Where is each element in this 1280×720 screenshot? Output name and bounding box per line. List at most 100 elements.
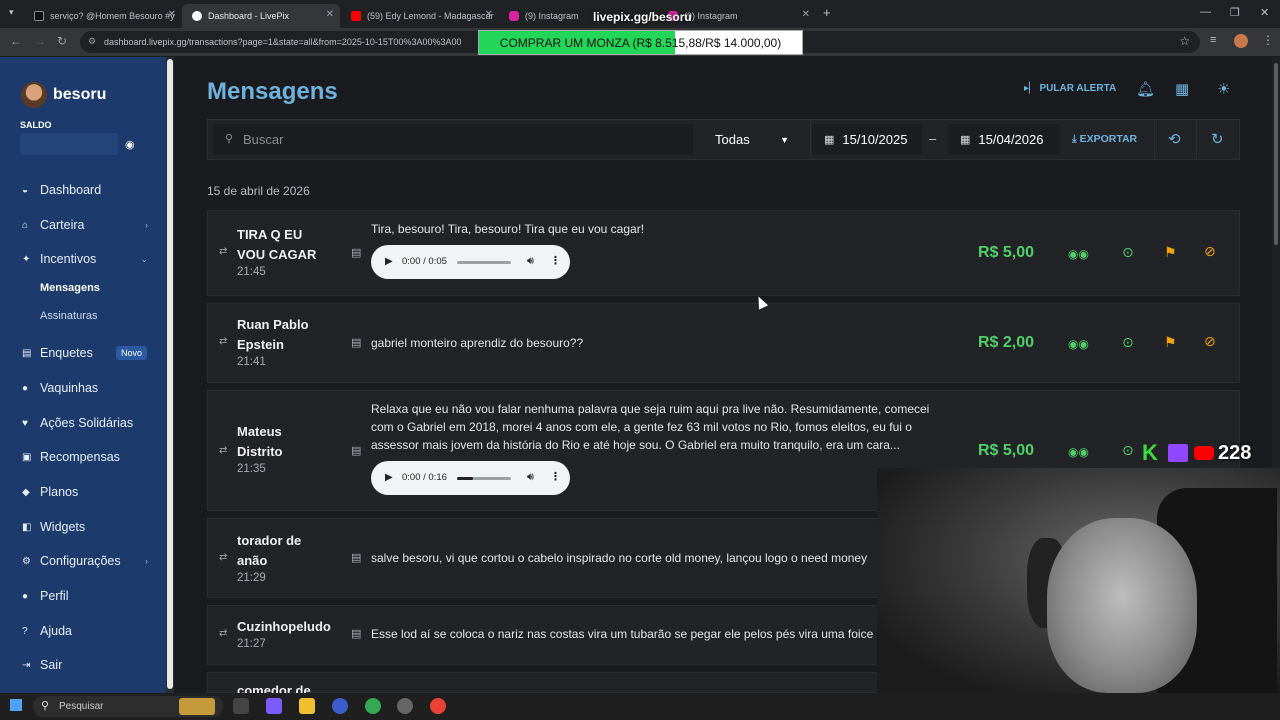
- sidebar-item-perfil[interactable]: ● Perfil: [22, 586, 152, 606]
- more-options-icon[interactable]: ⋮: [550, 254, 561, 267]
- sidebar-item-vaquinhas[interactable]: ● Vaquinhas: [22, 378, 152, 398]
- taskbar-search[interactable]: ⚲ Pesquisar: [33, 696, 223, 717]
- audio-seek-bar[interactable]: [457, 261, 511, 264]
- replay-icon[interactable]: ⊙: [1122, 442, 1134, 459]
- browser-tab-active[interactable]: Dashboard - LivePix ✕: [182, 4, 340, 28]
- scroll-thumb[interactable]: [167, 59, 173, 689]
- sidebar-scrollbar[interactable]: [166, 57, 174, 693]
- forward-icon[interactable]: →: [34, 34, 46, 48]
- chrome-icon[interactable]: [365, 698, 381, 714]
- poll-icon: ▤: [22, 347, 32, 359]
- status-select[interactable]: Todas ▼: [703, 124, 803, 155]
- sidebar-item-carteira[interactable]: ⌂ Carteira ›: [22, 215, 152, 235]
- scroll-thumb[interactable]: [1274, 63, 1278, 245]
- sidebar-item-ajuda[interactable]: ? Ajuda: [22, 621, 152, 641]
- site-info-icon[interactable]: ⚙: [88, 36, 96, 47]
- browser-tab[interactable]: (59) Edy Lemond - Madagascar ✕: [341, 4, 499, 28]
- sidebar-item-planos[interactable]: ◆ Planos: [22, 482, 152, 502]
- tts-icon[interactable]: ◉◉: [1068, 337, 1089, 351]
- flag-icon[interactable]: ⚑: [1164, 244, 1177, 261]
- message-icon: ▤: [351, 247, 362, 259]
- reading-list-icon[interactable]: ≡: [1210, 34, 1216, 46]
- donation-goal-bar: COMPRAR UM MONZA (R$ 8.515,88/R$ 14.000,…: [478, 30, 803, 55]
- new-tab-button[interactable]: +: [823, 5, 831, 20]
- sidebar-item-configuracoes[interactable]: ⚙ Configurações ›: [22, 551, 152, 571]
- close-icon[interactable]: ✕: [485, 9, 493, 20]
- replay-icon[interactable]: ⊙: [1122, 334, 1134, 351]
- task-view-icon[interactable]: [233, 698, 249, 714]
- search-input[interactable]: ⚲ Buscar: [213, 124, 693, 155]
- theme-sun-icon[interactable]: ☀: [1217, 80, 1230, 98]
- audio-player[interactable]: ▶ 0:00 / 0:05 🔊︎ ⋮: [371, 245, 570, 279]
- donor-name: comedor de: [237, 683, 311, 693]
- transfer-icon: ⇄: [219, 552, 228, 563]
- app-icon[interactable]: [332, 698, 348, 714]
- file-explorer-icon[interactable]: [299, 698, 315, 714]
- profile-avatar[interactable]: [1234, 34, 1248, 48]
- window-close-icon[interactable]: ✕: [1260, 6, 1269, 19]
- windows-taskbar: ⚲ Pesquisar: [0, 693, 1280, 720]
- audio-seek-bar[interactable]: [457, 477, 511, 480]
- search-icon: ⚲: [41, 700, 50, 712]
- gift-icon: ▣: [22, 451, 32, 463]
- search-highlight-image: [179, 698, 215, 715]
- layout-icon[interactable]: ▦: [1175, 80, 1189, 98]
- bookmark-star-icon[interactable]: ☆: [1179, 34, 1190, 48]
- skip-alert-button[interactable]: ▸▏ PULAR ALERTA: [1024, 83, 1116, 94]
- export-label: EXPORTAR: [1079, 133, 1138, 145]
- close-icon[interactable]: ✕: [802, 9, 810, 20]
- block-icon[interactable]: ⊘: [1204, 243, 1216, 260]
- windows-start-icon[interactable]: [10, 699, 22, 711]
- sidebar-item-recompensas[interactable]: ▣ Recompensas: [22, 447, 152, 467]
- menu-dots-icon[interactable]: ⋮: [1262, 33, 1274, 47]
- sidebar-item-widgets[interactable]: ◧ Widgets: [22, 517, 152, 537]
- audio-seek-progress: [457, 477, 474, 480]
- flag-icon[interactable]: ⚑: [1164, 334, 1177, 351]
- close-icon[interactable]: ✕: [168, 9, 176, 20]
- bell-icon[interactable]: 🔔︎: [1136, 80, 1155, 98]
- sidebar-item-dashboard[interactable]: ◒ Dashboard: [22, 180, 152, 200]
- sidebar-item-incentivos[interactable]: ✦ Incentivos ⌄: [22, 249, 152, 269]
- more-options-icon[interactable]: ⋮: [550, 470, 561, 483]
- chrome-icon[interactable]: [430, 698, 446, 714]
- audio-player[interactable]: ▶ 0:00 / 0:16 🔊︎ ⋮: [371, 461, 570, 495]
- tts-icon[interactable]: ◉◉: [1068, 445, 1089, 459]
- divider: [1154, 119, 1155, 160]
- export-button[interactable]: ⤓ EXPORTAR: [1072, 133, 1137, 146]
- obs-icon[interactable]: [397, 698, 413, 714]
- search-placeholder: Buscar: [243, 132, 284, 147]
- sidebar-item-acoes-solidarias[interactable]: ♥ Ações Solidárias: [22, 413, 152, 433]
- to-date-picker[interactable]: ▦ 15/04/2026: [948, 124, 1060, 155]
- sidebar-item-label: Recompensas: [40, 450, 120, 464]
- block-icon[interactable]: ⊘: [1204, 333, 1216, 350]
- eye-icon[interactable]: ◉: [125, 138, 135, 151]
- viewer-count-overlay: K 228: [1142, 440, 1251, 466]
- donor-name: torador de anão: [237, 533, 302, 568]
- play-icon[interactable]: ▶: [385, 256, 393, 267]
- caret-down-icon: ▼: [780, 134, 789, 145]
- copilot-icon[interactable]: [266, 698, 282, 714]
- tts-icon[interactable]: ◉◉: [1068, 247, 1089, 261]
- from-date-value: 15/10/2025: [842, 132, 908, 147]
- close-icon[interactable]: ✕: [326, 9, 334, 20]
- sidebar-item-sair[interactable]: ⇥ Sair: [22, 655, 152, 675]
- minimize-icon[interactable]: —: [1200, 6, 1211, 18]
- auto-refresh-icon[interactable]: ⟲: [1168, 130, 1181, 148]
- refresh-icon[interactable]: ↻: [1211, 130, 1224, 148]
- browser-tab[interactable]: serviço? @Homem Besouro #y ✕: [24, 4, 182, 28]
- restore-icon[interactable]: ❐: [1230, 6, 1240, 19]
- new-badge: Novo: [116, 346, 148, 360]
- tab-search-icon[interactable]: ▾: [9, 7, 14, 18]
- sidebar-item-label: Configurações: [40, 554, 121, 568]
- bank-icon: ⌂: [22, 219, 29, 231]
- volume-icon[interactable]: 🔊︎: [527, 471, 534, 484]
- sidebar-subitem-assinaturas[interactable]: Assinaturas: [40, 310, 97, 322]
- avatar[interactable]: [21, 82, 47, 108]
- sidebar-subitem-mensagens[interactable]: Mensagens: [40, 282, 100, 294]
- replay-icon[interactable]: ⊙: [1122, 244, 1134, 261]
- from-date-picker[interactable]: ▦ 15/10/2025: [812, 124, 922, 155]
- back-icon[interactable]: ←: [10, 34, 22, 48]
- reload-icon[interactable]: ↻: [57, 34, 67, 48]
- volume-icon[interactable]: 🔊︎: [527, 255, 534, 268]
- play-icon[interactable]: ▶: [385, 472, 393, 483]
